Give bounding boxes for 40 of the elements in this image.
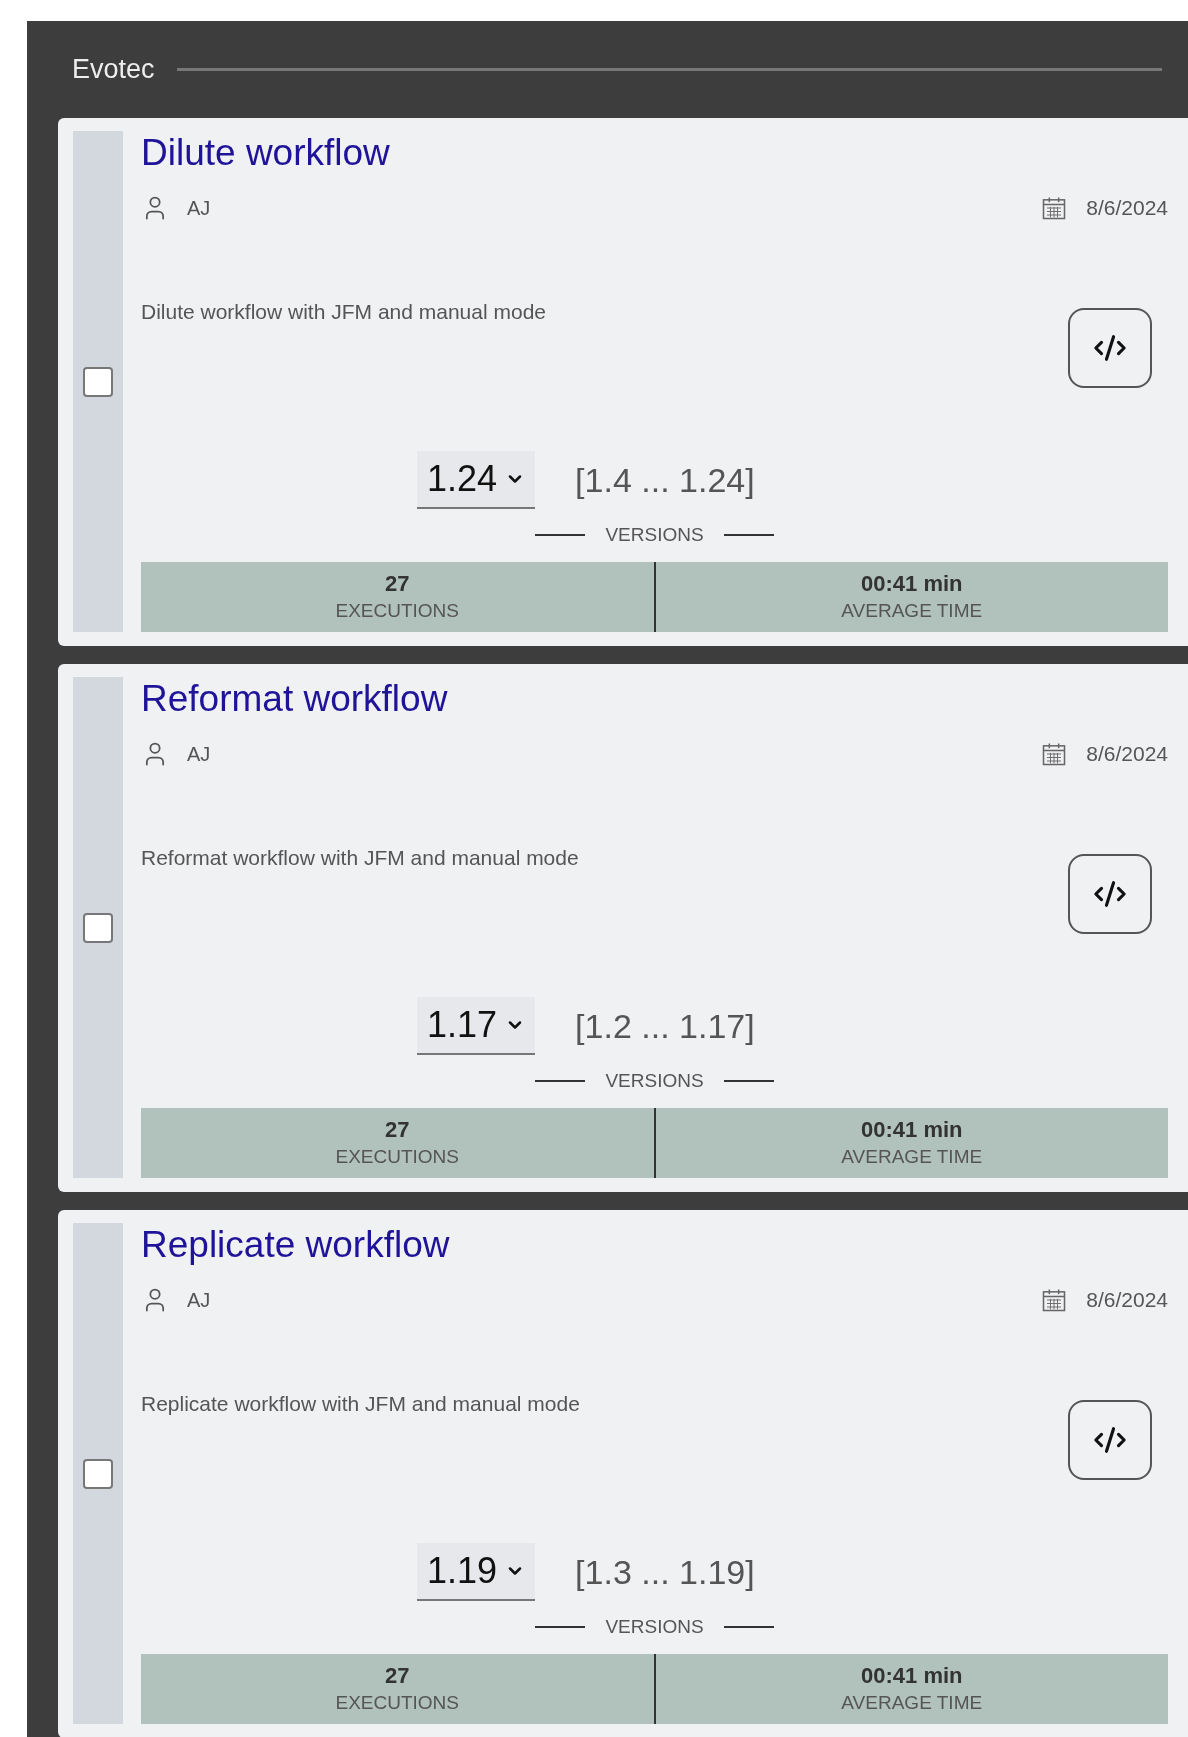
workflow-description: Dilute workflow with JFM and manual mode	[141, 299, 546, 325]
stat-label: EXECUTIONS	[335, 1691, 459, 1715]
stat-label: EXECUTIONS	[335, 1145, 459, 1169]
author-name: AJ	[187, 196, 211, 221]
stat-value: 27	[385, 1116, 410, 1144]
versions-label: VERSIONS	[605, 522, 704, 547]
code-button[interactable]	[1068, 308, 1152, 388]
select-checkbox[interactable]	[83, 1458, 113, 1489]
workflow-title: Replicate workflow	[141, 1223, 451, 1267]
stat-label: AVERAGE TIME	[841, 1691, 983, 1715]
date-text: 8/6/2024	[1086, 195, 1168, 222]
select-checkbox[interactable]	[83, 366, 113, 397]
author-name: AJ	[187, 1288, 211, 1313]
workflow-title: Dilute workflow	[141, 131, 391, 175]
stat-value: 00:41 min	[861, 1662, 963, 1690]
stat-label: EXECUTIONS	[335, 599, 459, 623]
versions-label: VERSIONS	[605, 1614, 704, 1639]
stat-label: AVERAGE TIME	[841, 1145, 983, 1169]
code-button[interactable]	[1068, 1400, 1152, 1480]
version-range: [1.3 ... 1.19]	[575, 1551, 755, 1593]
stat-value: 00:41 min	[861, 570, 963, 598]
stat-value: 00:41 min	[861, 1116, 963, 1144]
version-dropdown[interactable]: 1.17	[417, 997, 536, 1055]
version-dropdown[interactable]: 1.19	[417, 1543, 536, 1601]
select-checkbox[interactable]	[83, 912, 113, 943]
versions-label: VERSIONS	[605, 1068, 704, 1093]
workflow-description: Reformat workflow with JFM and manual mode	[141, 845, 579, 871]
version-range: [1.2 ... 1.17]	[575, 1005, 755, 1047]
version-dropdown[interactable]: 1.24	[417, 451, 536, 509]
date-text: 8/6/2024	[1086, 1287, 1168, 1314]
workflow-title: Reformat workflow	[141, 677, 449, 721]
date-text: 8/6/2024	[1086, 741, 1168, 768]
version-range: [1.4 ... 1.24]	[575, 459, 755, 501]
stat-value: 27	[385, 570, 410, 598]
workflow-description: Replicate workflow with JFM and manual mode	[141, 1391, 580, 1417]
author-name: AJ	[187, 742, 211, 767]
stat-value: 27	[385, 1662, 410, 1690]
code-button[interactable]	[1068, 854, 1152, 934]
group-title: Evotec	[72, 53, 155, 87]
stat-label: AVERAGE TIME	[841, 599, 983, 623]
